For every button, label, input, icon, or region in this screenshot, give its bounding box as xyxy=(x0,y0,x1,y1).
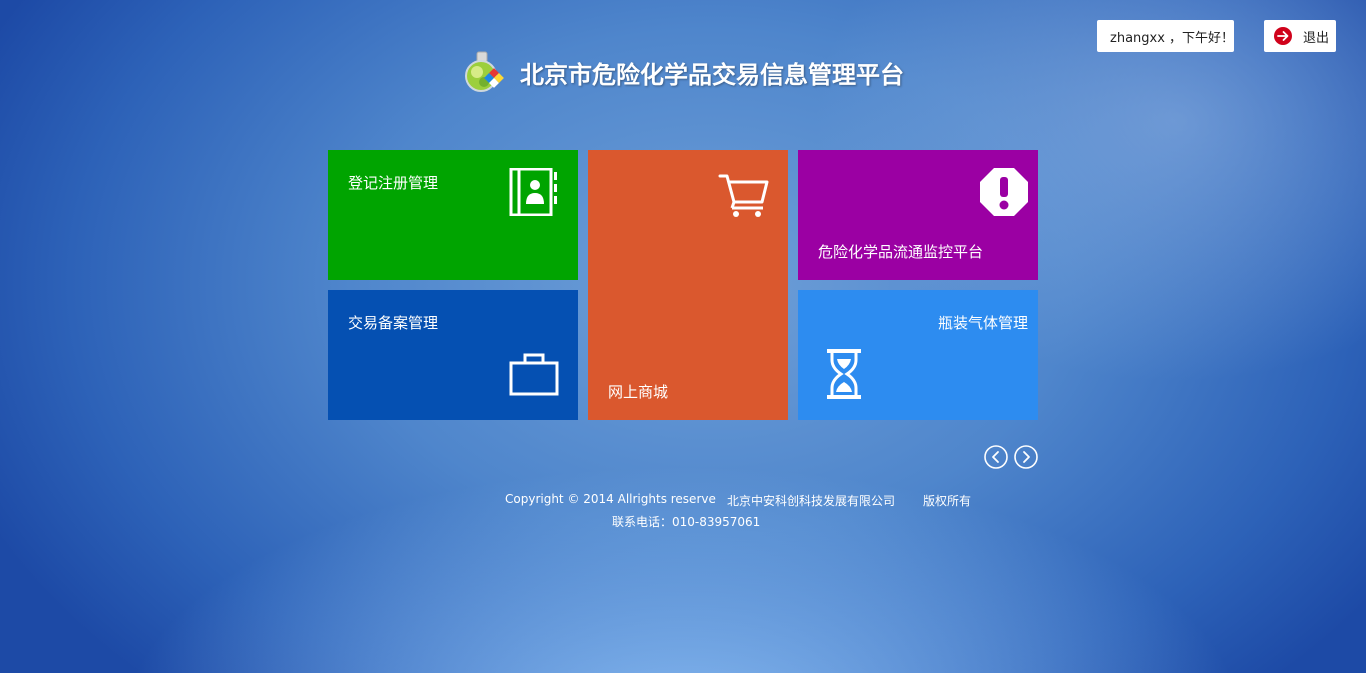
tile-label: 交易备案管理 xyxy=(348,314,439,332)
company-name: 北京中安科创科技发展有限公司 xyxy=(727,494,896,508)
tile-label: 登记注册管理 xyxy=(348,174,439,192)
shopping-cart-icon xyxy=(718,174,769,217)
page-header: 北京市危险化学品交易信息管理平台 xyxy=(460,50,904,94)
arrow-right-circle-icon xyxy=(1274,27,1292,45)
user-greeting-text: zhangxx ，下午好！ xyxy=(1110,30,1235,46)
footer-copyright: Copyright © 2014 Allrights reserve 北京中安科… xyxy=(505,492,971,509)
page-title: 北京市危险化学品交易信息管理平台 xyxy=(520,60,904,89)
chevron-right-circle-icon[interactable] xyxy=(1014,445,1038,469)
tile-online-shop[interactable]: 网上商城 xyxy=(588,150,788,420)
hourglass-icon xyxy=(827,349,861,399)
tile-label: 瓶装气体管理 xyxy=(937,314,1028,332)
tile-hazmat-monitor-platform[interactable]: 危险化学品流通监控平台 xyxy=(798,150,1038,280)
flask-logo-icon xyxy=(465,51,504,92)
footer-phone: 联系电话：010-83957061 xyxy=(612,515,761,529)
tile-label: 网上商城 xyxy=(608,383,669,401)
briefcase-icon xyxy=(509,353,559,396)
rights-text: 版权所有 xyxy=(923,494,972,508)
chevron-left-circle-icon[interactable] xyxy=(984,445,1008,469)
tile-bottled-gas-management[interactable]: 瓶装气体管理 xyxy=(798,290,1038,420)
tile-register-management[interactable]: 登记注册管理 xyxy=(328,150,578,280)
tile-trade-filing-management[interactable]: 交易备案管理 xyxy=(328,290,578,420)
logout-button[interactable]: 退出 xyxy=(1264,20,1336,52)
exclamation-octagon-icon xyxy=(980,168,1028,216)
contact-book-icon xyxy=(509,168,557,216)
copyright-text: Copyright © 2014 Allrights reserve xyxy=(505,492,716,506)
tile-label: 危险化学品流通监控平台 xyxy=(818,243,984,261)
user-greeting-box: zhangxx ，下午好！ xyxy=(1097,20,1234,52)
logout-label: 退出 xyxy=(1303,30,1330,46)
